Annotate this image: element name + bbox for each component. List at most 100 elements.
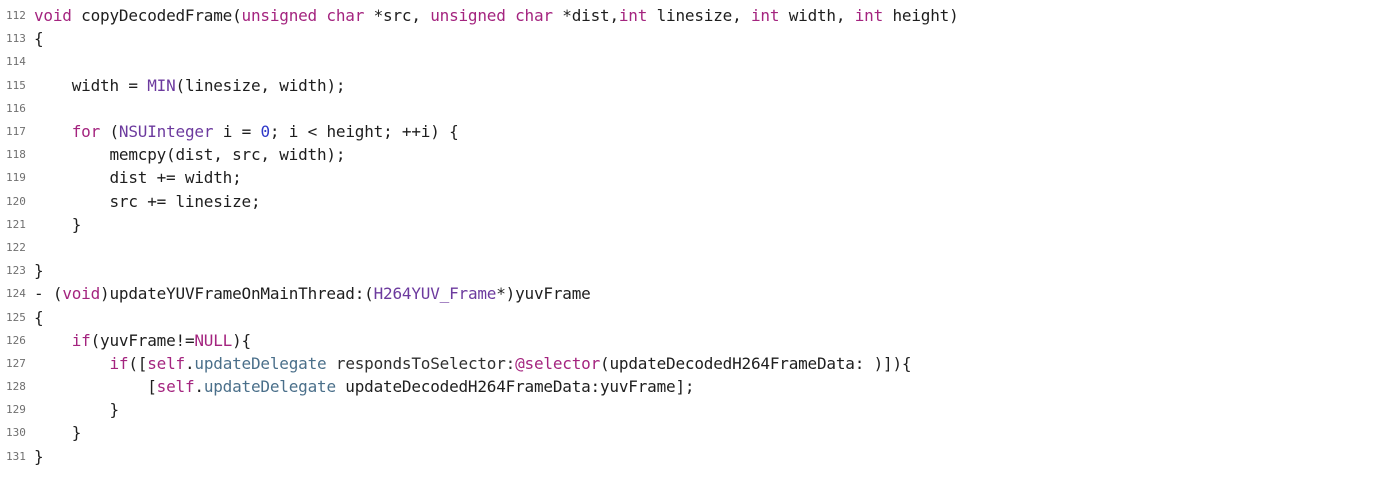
code-text[interactable]: if([self.updateDelegate respondsToSelect… (34, 354, 1398, 373)
code-token: src += linesize; (34, 191, 261, 211)
code-line[interactable]: 129 } (0, 398, 1398, 421)
code-token: if (109, 353, 129, 373)
code-line[interactable]: 116 (0, 97, 1398, 120)
code-token: ; i < height; ++i) { (269, 122, 459, 142)
code-token: width = (34, 75, 148, 95)
line-number: 130 (6, 426, 26, 440)
code-text[interactable]: { (34, 308, 1398, 327)
code-line[interactable]: 120 src += linesize; (0, 190, 1398, 213)
code-line[interactable]: 117 for (NSUInteger i = 0; i < height; +… (0, 120, 1398, 143)
code-text[interactable]: for (NSUInteger i = 0; i < height; ++i) … (34, 122, 1398, 141)
code-token: self (156, 377, 195, 397)
code-token: respondsToSelector: (326, 353, 516, 373)
code-token: int (618, 6, 648, 26)
code-token: H264YUV_Frame (373, 284, 497, 304)
code-line[interactable]: 127 if([self.updateDelegate respondsToSe… (0, 352, 1398, 375)
code-token: height) (883, 6, 959, 26)
code-line[interactable]: 112 void copyDecodedFrame( unsigned char *… (0, 4, 1398, 27)
code-token: ([ (128, 353, 148, 373)
code-token: *src, (364, 6, 431, 26)
code-text[interactable]: } (34, 215, 1398, 234)
code-text[interactable]: } (34, 261, 1398, 280)
code-token: self (147, 353, 185, 373)
code-token: { (34, 29, 44, 49)
code-token: . (184, 353, 195, 373)
code-token: updateDecodedH264FrameData:yuvFrame]; (335, 377, 695, 397)
code-line[interactable]: 119 dist += width; (0, 166, 1398, 189)
code-text[interactable]: if(yuvFrame!=NULL){ (34, 331, 1398, 350)
code-text[interactable]: memcpy(dist, src, width); (34, 145, 1398, 164)
code-token: copyDecodedFrame( (71, 6, 242, 26)
code-token: (updateDecodedH264FrameData: )]){ (600, 353, 912, 373)
code-token: *)yuvFrame (496, 284, 591, 304)
code-line[interactable]: 114 (0, 50, 1398, 73)
code-text[interactable]: } (34, 423, 1398, 442)
line-number: 116 (6, 101, 26, 115)
code-token: void (62, 284, 101, 304)
line-number: 117 (6, 125, 26, 139)
code-text[interactable]: void copyDecodedFrame( unsigned char *src… (34, 6, 1398, 25)
line-number: 118 (6, 148, 26, 162)
code-line[interactable]: 121 } (0, 213, 1398, 236)
code-text[interactable]: } (34, 400, 1398, 419)
code-token: unsigned char (430, 6, 553, 26)
code-line[interactable]: 131} (0, 445, 1398, 468)
line-number: 128 (6, 380, 26, 394)
line-number: 114 (6, 55, 26, 69)
code-token: - ( (34, 284, 63, 304)
line-number: 124 (6, 287, 26, 301)
code-token: for (71, 122, 101, 142)
code-token: { (34, 307, 44, 327)
line-number: 112 (6, 9, 26, 23)
line-number: 131 (6, 449, 26, 463)
line-number: 119 (6, 171, 26, 185)
code-token: (linesize, width); (175, 75, 346, 95)
code-token: } (34, 400, 119, 420)
code-token: ( (100, 122, 119, 142)
code-text[interactable]: - (void)updateYUVFrameOnMainThread:(H264… (34, 284, 1398, 303)
code-text[interactable]: { (34, 29, 1398, 48)
line-number: 122 (6, 240, 26, 254)
code-token: int (854, 6, 884, 26)
code-token: @selector (515, 353, 601, 373)
code-line[interactable]: 113 { (0, 27, 1398, 50)
code-token: MIN (147, 75, 176, 95)
code-line[interactable]: 122 (0, 236, 1398, 259)
code-line[interactable]: 123} (0, 259, 1398, 282)
code-text[interactable]: src += linesize; (34, 192, 1398, 211)
code-token: NSUInteger (118, 122, 214, 142)
code-token: void (34, 6, 72, 26)
code-line[interactable]: 115 width = MIN(linesize, width); (0, 74, 1398, 97)
code-token: *dist, (552, 6, 619, 26)
code-token: updateDelegate (203, 377, 336, 397)
line-number: 126 (6, 333, 26, 347)
code-token: } (34, 214, 82, 234)
code-token: memcpy(dist, src, width); (34, 145, 346, 165)
code-line[interactable]: 124 - (void)updateYUVFrameOnMainThread:(H… (0, 282, 1398, 305)
code-line[interactable]: 130 } (0, 421, 1398, 444)
code-token: ){ (232, 330, 251, 350)
line-number: 125 (6, 310, 26, 324)
code-line[interactable]: 126 if(yuvFrame!=NULL){ (0, 329, 1398, 352)
code-text[interactable]: } (34, 447, 1398, 466)
code-token: } (34, 446, 44, 466)
line-number: 113 (6, 32, 26, 46)
code-text[interactable]: dist += width; (34, 168, 1398, 187)
code-text[interactable]: [self.updateDelegate updateDecodedH264Fr… (34, 377, 1398, 396)
code-token: } (34, 423, 82, 443)
code-token: int (750, 6, 780, 26)
code-token: } (34, 261, 44, 281)
code-line[interactable]: 118 memcpy(dist, src, width); (0, 143, 1398, 166)
code-text[interactable]: width = MIN(linesize, width); (34, 76, 1398, 95)
code-token: updateDelegate (194, 353, 327, 373)
code-editor[interactable]: 112 void copyDecodedFrame( unsigned char *… (0, 0, 1398, 478)
code-token: . (194, 377, 204, 397)
code-line[interactable]: 128 [self.updateDelegate updateDecodedH2… (0, 375, 1398, 398)
code-line[interactable]: 125 { (0, 305, 1398, 328)
code-token: NULL (194, 330, 233, 350)
line-number: 120 (6, 194, 26, 208)
code-token: width, (779, 6, 855, 26)
